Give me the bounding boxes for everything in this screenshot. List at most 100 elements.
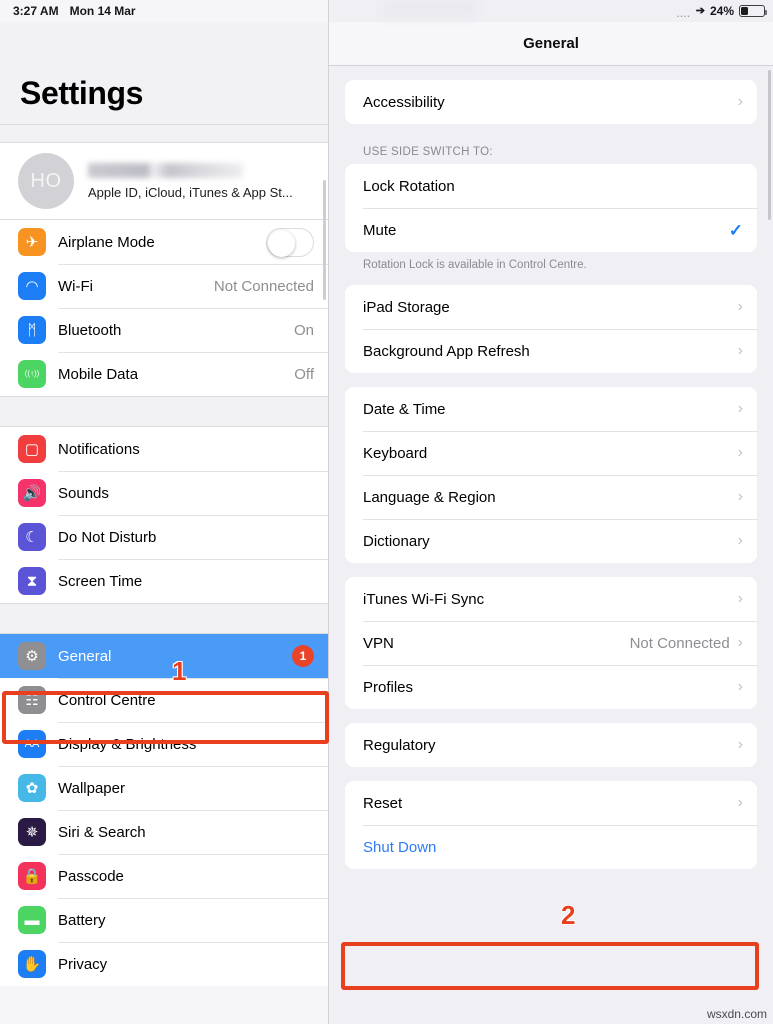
airplane-mode-toggle[interactable] <box>266 227 314 257</box>
sidebar-item-privacy[interactable]: ✋ Privacy <box>0 942 328 986</box>
detail-scrollbar[interactable] <box>768 70 771 220</box>
detail-group: Date & Time › Keyboard › Language & Region › D… <box>345 387 757 563</box>
sidebar-item-do-not-disturb[interactable]: ☾ Do Not Disturb <box>0 515 328 559</box>
sidebar-item-siri-search[interactable]: ✵ Siri & Search <box>0 810 328 854</box>
detail-row-label: Background App Refresh <box>363 342 530 360</box>
detail-row-language-region[interactable]: Language & Region › <box>345 475 757 519</box>
sidebar-item-label: Privacy <box>58 955 108 973</box>
detail-row-accessibility[interactable]: Accessibility › <box>345 80 757 124</box>
sidebar-item-value: On <box>293 321 314 339</box>
detail-title: General <box>523 35 579 52</box>
detail-group: iTunes Wi-Fi Sync › VPN Not Connected › Profi… <box>345 577 757 709</box>
sidebar-group: ✈ Airplane Mode ◠ Wi-Fi Not Connected ᛗ Blueto… <box>0 220 328 396</box>
detail-row-dictionary[interactable]: Dictionary › <box>345 519 757 563</box>
apple-id-account-row[interactable]: HO Apple ID, iCloud, iTunes & App St... <box>0 143 328 220</box>
sidebar-item-notifications[interactable]: ▢ Notifications <box>0 427 328 471</box>
detail-row-mute[interactable]: Mute ✓ <box>345 208 757 252</box>
detail-row-lock-rotation[interactable]: Lock Rotation <box>345 164 757 208</box>
sidebar-item-label: Bluetooth <box>58 321 122 339</box>
detail-row-keyboard[interactable]: Keyboard › <box>345 431 757 475</box>
detail-group: Regulatory › <box>345 723 757 767</box>
settings-sidebar[interactable]: Settings HO Apple ID, iCloud, iTunes & A… <box>0 0 329 1024</box>
chevron-right-icon: › <box>737 400 743 417</box>
watermark: wsxdn.com <box>706 1007 767 1021</box>
sidebar-group: ⚙ General 1 ☷ Control Centre AA Display & Brig… <box>0 634 328 986</box>
sidebar-item-sounds[interactable]: 🔊 Sounds <box>0 471 328 515</box>
sidebar-group: ▢ Notifications 🔊 Sounds ☾ Do Not Disturb ⧗ Scr… <box>0 427 328 603</box>
avatar: HO <box>18 153 74 209</box>
sidebar-item-battery[interactable]: ▬ Battery <box>0 898 328 942</box>
sidebar-item-label: Notifications <box>58 440 140 458</box>
sidebar-item-label: General <box>58 647 112 665</box>
siri-search-icon: ✵ <box>18 818 46 846</box>
do-not-disturb-icon: ☾ <box>18 523 46 551</box>
chevron-right-icon: › <box>737 678 743 695</box>
sidebar-item-label: Wi-Fi <box>58 277 93 295</box>
account-name-redacted <box>88 162 243 178</box>
ipad-settings-screen: 3:27 AM Mon 14 Mar .... ➔ 24% Settings H… <box>0 0 773 1024</box>
sidebar-item-label: Display & Brightness <box>58 735 197 753</box>
chevron-right-icon: › <box>737 93 743 110</box>
sidebar-item-display-brightness[interactable]: AA Display & Brightness <box>0 722 328 766</box>
sidebar-item-wallpaper[interactable]: ✿ Wallpaper <box>0 766 328 810</box>
battery-icon: ▬ <box>18 906 46 934</box>
detail-row-label: Accessibility <box>363 93 445 111</box>
chevron-right-icon: › <box>737 736 743 753</box>
chevron-right-icon: › <box>737 488 743 505</box>
sidebar-item-airplane-mode[interactable]: ✈ Airplane Mode <box>0 220 328 264</box>
control-centre-icon: ☷ <box>18 686 46 714</box>
sidebar-item-label: Screen Time <box>58 572 143 590</box>
detail-row-shut-down[interactable]: Shut Down <box>345 825 757 869</box>
detail-group: iPad Storage › Background App Refresh › <box>345 285 757 373</box>
sidebar-item-label: Sounds <box>58 484 109 502</box>
sidebar-item-label: Battery <box>58 911 106 929</box>
passcode-icon: 🔒 <box>18 862 46 890</box>
chevron-right-icon: › <box>737 298 743 315</box>
detail-group: Reset › Shut Down <box>345 781 757 869</box>
sidebar-item-label: Do Not Disturb <box>58 528 157 546</box>
sidebar-item-value: Not Connected <box>213 277 314 295</box>
sidebar-item-bluetooth[interactable]: ᛗ Bluetooth On <box>0 308 328 352</box>
detail-row-label: Profiles <box>363 678 414 696</box>
detail-row-itunes-wi-fi-sync[interactable]: iTunes Wi-Fi Sync › <box>345 577 757 621</box>
detail-group-footer: Rotation Lock is available in Control Ce… <box>363 259 587 271</box>
bluetooth-icon: ᛗ <box>18 316 46 344</box>
sidebar-item-label: Control Centre <box>58 691 156 709</box>
sidebar-item-general[interactable]: ⚙ General 1 <box>0 634 328 678</box>
detail-row-label: Dictionary <box>363 532 430 550</box>
detail-row-vpn[interactable]: VPN Not Connected › <box>345 621 757 665</box>
display-brightness-icon: AA <box>18 730 46 758</box>
sidebar-item-wi-fi[interactable]: ◠ Wi-Fi Not Connected <box>0 264 328 308</box>
detail-row-label: iTunes Wi-Fi Sync <box>363 590 485 608</box>
sidebar-group-gap <box>0 396 328 427</box>
sidebar-item-control-centre[interactable]: ☷ Control Centre <box>0 678 328 722</box>
detail-row-background-app-refresh[interactable]: Background App Refresh › <box>345 329 757 373</box>
chevron-right-icon: › <box>737 342 743 359</box>
chevron-right-icon: › <box>737 634 743 651</box>
top-smudge <box>384 0 474 18</box>
detail-group: Lock Rotation Mute ✓ <box>345 164 757 252</box>
sidebar-item-screen-time[interactable]: ⧗ Screen Time <box>0 559 328 603</box>
sidebar-item-label: Airplane Mode <box>58 233 155 251</box>
detail-row-label: Language & Region <box>363 488 496 506</box>
detail-row-label: Mute <box>363 221 397 239</box>
privacy-icon: ✋ <box>18 950 46 978</box>
detail-row-ipad-storage[interactable]: iPad Storage › <box>345 285 757 329</box>
screen-time-icon: ⧗ <box>18 567 46 595</box>
notifications-icon: ▢ <box>18 435 46 463</box>
sounds-icon: 🔊 <box>18 479 46 507</box>
status-badge: 1 <box>292 645 314 667</box>
sidebar-item-mobile-data[interactable]: ((↑)) Mobile Data Off <box>0 352 328 396</box>
detail-list: Accessibility › USE SIDE SWITCH TO: Lock Ro… <box>329 80 773 869</box>
detail-row-label: Reset <box>363 794 403 812</box>
checkmark-icon: ✓ <box>728 220 743 240</box>
sidebar-scrollbar[interactable] <box>323 180 326 300</box>
detail-row-reset[interactable]: Reset › <box>345 781 757 825</box>
sidebar-item-passcode[interactable]: 🔒 Passcode <box>0 854 328 898</box>
detail-row-date-time[interactable]: Date & Time › <box>345 387 757 431</box>
sidebar-title-area: Settings <box>0 22 328 125</box>
detail-row-profiles[interactable]: Profiles › <box>345 665 757 709</box>
chevron-right-icon: › <box>737 444 743 461</box>
detail-row-label: Date & Time <box>363 400 446 418</box>
detail-row-regulatory[interactable]: Regulatory › <box>345 723 757 767</box>
